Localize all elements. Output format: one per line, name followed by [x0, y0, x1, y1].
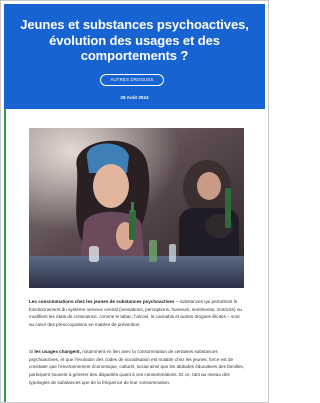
article-paragraph-1: Les consommations chez les jeunes de sub…	[29, 298, 246, 329]
article-hero-banner: Jeunes et substances psychoactives, évol…	[4, 4, 265, 109]
paragraph-2-text: notamment en lien avec la consommation d…	[29, 349, 245, 385]
article-photo	[29, 128, 244, 288]
party-scene-image	[29, 128, 244, 288]
article-title: Jeunes et substances psychoactives, évol…	[20, 17, 249, 63]
accent-divider	[4, 109, 6, 402]
paragraph-1-lead: Les consommations chez les jeunes de sub…	[29, 299, 175, 304]
category-tag-button[interactable]: AUTRES DROGUES	[100, 74, 164, 86]
paragraph-2-bold: les usages changent,	[34, 349, 81, 354]
article-page: Jeunes et substances psychoactives, évol…	[0, 0, 269, 403]
publication-date: 28 Août 2024	[120, 95, 149, 100]
article-paragraph-2: Si les usages changent, notamment en lie…	[29, 348, 246, 387]
